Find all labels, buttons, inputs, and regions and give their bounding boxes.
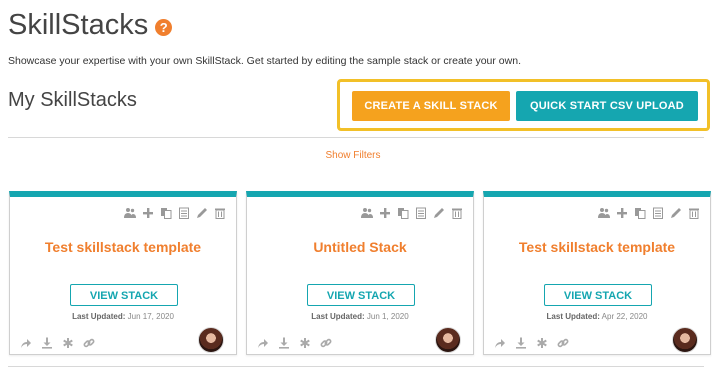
- plus-icon[interactable]: [616, 207, 628, 219]
- card-actions: [20, 337, 95, 349]
- trash-icon[interactable]: [688, 207, 700, 219]
- card-title[interactable]: Test skillstack template: [10, 239, 236, 255]
- document-icon[interactable]: [415, 207, 427, 219]
- page-subtitle: Showcase your expertise with your own Sk…: [8, 55, 521, 67]
- divider: [8, 137, 704, 138]
- view-stack-button[interactable]: VIEW STACK: [544, 284, 652, 306]
- card-title[interactable]: Untitled Stack: [247, 239, 473, 255]
- copy-icon[interactable]: [160, 207, 172, 219]
- document-icon[interactable]: [652, 207, 664, 219]
- card-toolbar: [598, 207, 700, 219]
- view-stack-button[interactable]: VIEW STACK: [307, 284, 415, 306]
- avatar[interactable]: [672, 327, 698, 353]
- link-icon[interactable]: [320, 337, 332, 349]
- download-icon[interactable]: [515, 337, 527, 349]
- download-icon[interactable]: [41, 337, 53, 349]
- users-icon[interactable]: [598, 207, 610, 219]
- plus-icon[interactable]: [379, 207, 391, 219]
- last-updated-label: Last Updated:: [546, 312, 600, 321]
- quick-start-csv-upload-button[interactable]: QUICK START CSV UPLOAD: [516, 91, 698, 121]
- link-icon[interactable]: [557, 337, 569, 349]
- share-icon[interactable]: [494, 337, 506, 349]
- pencil-icon[interactable]: [196, 207, 208, 219]
- copy-icon[interactable]: [634, 207, 646, 219]
- page-title: SkillStacks ?: [8, 9, 173, 42]
- download-icon[interactable]: [278, 337, 290, 349]
- asterisk-icon[interactable]: [536, 337, 548, 349]
- divider: [8, 366, 704, 367]
- link-icon[interactable]: [83, 337, 95, 349]
- asterisk-icon[interactable]: [299, 337, 311, 349]
- copy-icon[interactable]: [397, 207, 409, 219]
- pencil-icon[interactable]: [670, 207, 682, 219]
- avatar[interactable]: [435, 327, 461, 353]
- trash-icon[interactable]: [451, 207, 463, 219]
- users-icon[interactable]: [124, 207, 136, 219]
- pencil-icon[interactable]: [433, 207, 445, 219]
- section-title: My SkillStacks: [8, 89, 137, 111]
- trash-icon[interactable]: [214, 207, 226, 219]
- last-updated: Last Updated: Jun 17, 2020: [10, 312, 236, 321]
- card-toolbar: [361, 207, 463, 219]
- share-icon[interactable]: [20, 337, 32, 349]
- show-filters-link[interactable]: Show Filters: [0, 150, 706, 161]
- card-toolbar: [124, 207, 226, 219]
- last-updated: Last Updated: Jun 1, 2020: [247, 312, 473, 321]
- last-updated-date: Apr 22, 2020: [601, 312, 648, 321]
- avatar[interactable]: [198, 327, 224, 353]
- last-updated: Last Updated: Apr 22, 2020: [484, 312, 710, 321]
- last-updated-label: Last Updated:: [311, 312, 365, 321]
- card-actions: [257, 337, 332, 349]
- last-updated-label: Last Updated:: [72, 312, 126, 321]
- plus-icon[interactable]: [142, 207, 154, 219]
- card-title[interactable]: Test skillstack template: [484, 239, 710, 255]
- page-title-text: SkillStacks: [8, 9, 149, 41]
- card-actions: [494, 337, 569, 349]
- skillstack-card: Test skillstack template VIEW STACK Last…: [9, 191, 237, 355]
- create-skill-stack-button[interactable]: CREATE A SKILL STACK: [352, 91, 510, 121]
- users-icon[interactable]: [361, 207, 373, 219]
- skillstack-card: Test skillstack template VIEW STACK Last…: [483, 191, 711, 355]
- view-stack-button[interactable]: VIEW STACK: [70, 284, 178, 306]
- question-circle-icon[interactable]: ?: [155, 19, 173, 36]
- asterisk-icon[interactable]: [62, 337, 74, 349]
- share-icon[interactable]: [257, 337, 269, 349]
- last-updated-date: Jun 17, 2020: [127, 312, 174, 321]
- document-icon[interactable]: [178, 207, 190, 219]
- last-updated-date: Jun 1, 2020: [366, 312, 409, 321]
- skillstack-card: Untitled Stack VIEW STACK Last Updated: …: [246, 191, 474, 355]
